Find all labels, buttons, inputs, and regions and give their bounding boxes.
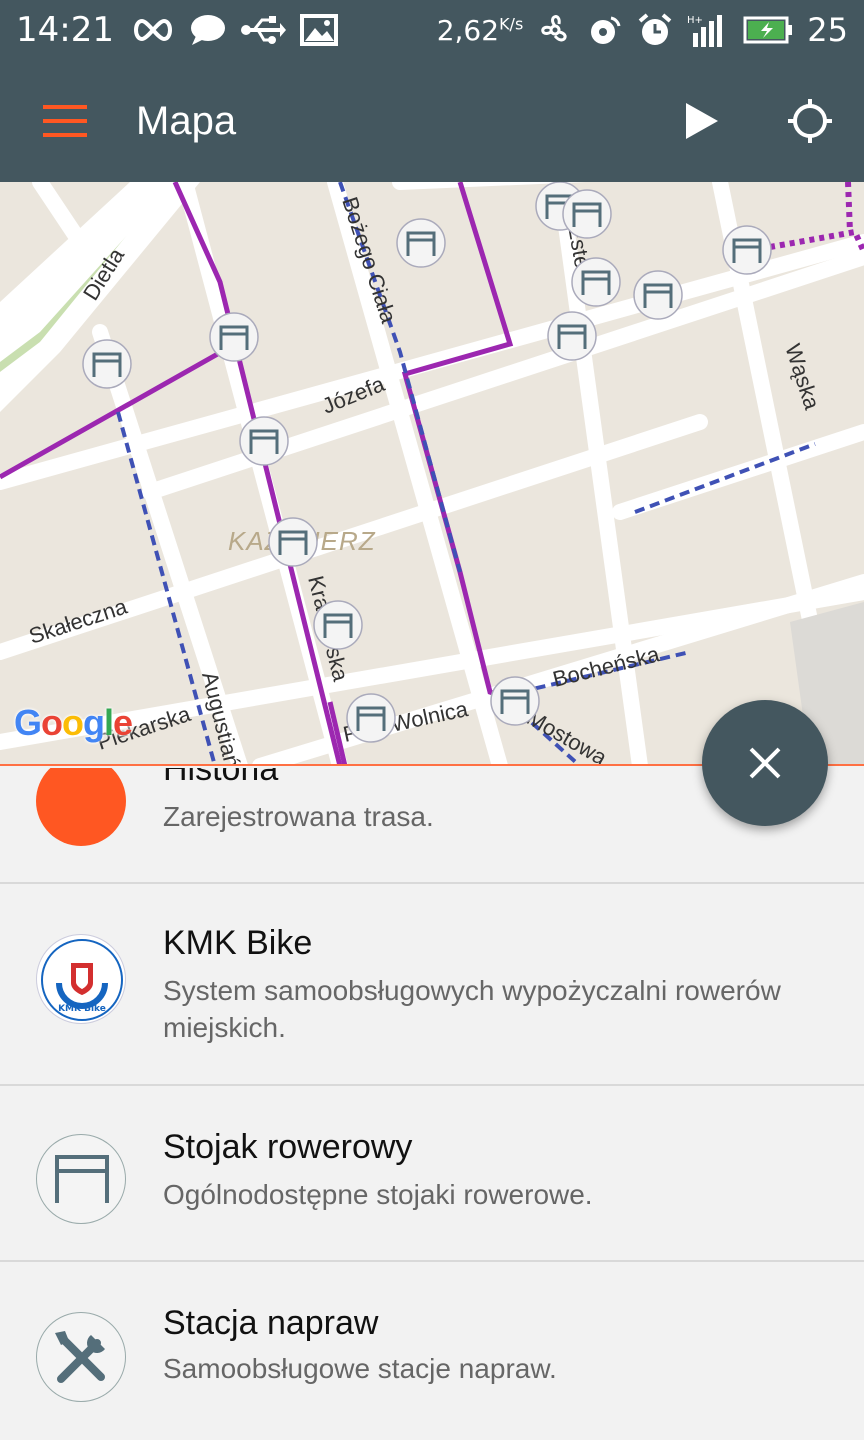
- nfc-icon: [591, 16, 621, 44]
- close-icon: [749, 747, 781, 779]
- locate-icon: [788, 99, 832, 143]
- bike-rack-marker[interactable]: [312, 599, 364, 651]
- status-time: 14:21: [16, 10, 114, 50]
- menu-button[interactable]: [0, 60, 130, 182]
- usb-icon: [240, 16, 286, 44]
- menu-icon: [43, 105, 87, 137]
- bike-rack-marker[interactable]: [632, 269, 684, 321]
- layer-list: Historia Zarejestrowana trasa. KMK Bike …: [0, 768, 864, 1440]
- play-button[interactable]: [648, 60, 756, 182]
- alarm-icon: [638, 13, 672, 45]
- street-label: Wąska: [780, 341, 825, 413]
- layer-description: System samoobsługowych wypożyczalni rowe…: [163, 975, 781, 1043]
- layer-description: Samoobsługowe stacje napraw.: [163, 1353, 557, 1384]
- notification-icons: [130, 14, 338, 46]
- system-icons: 2,62K/s H+ 25: [437, 11, 848, 49]
- bike-rack-marker[interactable]: [489, 675, 541, 727]
- locate-button[interactable]: [756, 60, 864, 182]
- bike-rack-marker[interactable]: [238, 415, 290, 467]
- bike-rack-marker[interactable]: [81, 338, 133, 390]
- battery-icon: [743, 16, 793, 44]
- bike-rack-marker[interactable]: [721, 224, 773, 276]
- bike-rack-marker[interactable]: [570, 256, 622, 308]
- map-canvas[interactable]: Dietla Bożego Ciała Józefa Wąska Skałecz…: [0, 182, 864, 766]
- fan-icon: [541, 15, 567, 42]
- layer-title: KMK Bike: [163, 924, 313, 962]
- layer-title: Stacja napraw: [163, 1304, 379, 1342]
- kmk-bike-logo-text: KMK Bike: [58, 1004, 106, 1014]
- street-label: Augustiańska: [197, 669, 253, 766]
- layer-item-bike-rack[interactable]: Stojak rowerowy Ogólnodostępne stojaki r…: [0, 1086, 864, 1262]
- kmk-bike-logo-icon: KMK Bike: [36, 934, 126, 1024]
- network-speed-unit: K/s: [499, 14, 524, 34]
- repair-tools-icon: [36, 1312, 126, 1402]
- play-icon: [686, 103, 718, 139]
- bike-rack-marker[interactable]: [208, 311, 260, 363]
- page-title: Mapa: [136, 98, 237, 143]
- image-icon: [299, 14, 338, 46]
- layer-title: Historia: [163, 768, 279, 788]
- status-bar: 14:21 2,62K/s H+ 25: [0, 0, 864, 60]
- infinity-icon: [133, 18, 172, 42]
- signal-icon: H+: [687, 15, 723, 47]
- network-speed: 2,62K/s: [436, 13, 524, 47]
- bike-rack-marker[interactable]: [561, 188, 613, 240]
- layer-item-repair-station[interactable]: Stacja napraw Samoobsługowe stacje napra…: [0, 1262, 864, 1440]
- google-attribution: Google: [14, 702, 133, 743]
- chat-icon: [190, 15, 225, 45]
- bike-rack-marker[interactable]: [267, 516, 319, 568]
- layer-description: Zarejestrowana trasa.: [163, 801, 434, 832]
- map-view[interactable]: Dietla Bożego Ciała Józefa Wąska Skałecz…: [0, 182, 864, 766]
- bike-rack-marker[interactable]: [395, 217, 447, 269]
- bike-rack-marker[interactable]: [546, 310, 598, 362]
- history-dot-icon: [36, 768, 126, 846]
- close-layers-fab[interactable]: [702, 700, 828, 826]
- battery-percent: 25: [807, 11, 848, 49]
- layer-description: Ogólnodostępne stojaki rowerowe.: [163, 1179, 593, 1210]
- app-bar: Mapa: [0, 60, 864, 182]
- street-label: Skałeczna: [26, 593, 131, 648]
- bike-rack-icon: [36, 1134, 126, 1224]
- layer-title: Stojak rowerowy: [163, 1128, 413, 1166]
- bike-rack-marker[interactable]: [345, 692, 397, 744]
- svg-text:H+: H+: [687, 15, 703, 26]
- layer-item-kmk-bike[interactable]: KMK Bike KMK Bike System samoobsługowych…: [0, 884, 864, 1086]
